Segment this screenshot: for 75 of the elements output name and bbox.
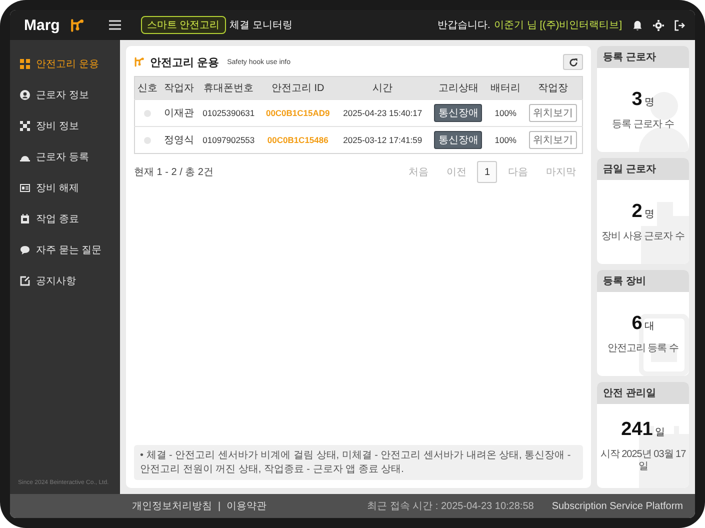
stat-value: 241 — [621, 419, 653, 441]
network-icon — [20, 121, 30, 131]
logout-icon[interactable] — [674, 20, 685, 30]
stat-value: 2 — [632, 201, 642, 223]
status-badge: 통신장애 — [434, 131, 482, 149]
stat-caption: 안전고리 등록 수 — [606, 343, 680, 355]
column-header: 배터리 — [487, 76, 524, 100]
table-cell: 00C0B1C15486 — [260, 126, 336, 154]
refresh-button[interactable] — [563, 54, 583, 70]
platform-text: Subscription Service Platform — [552, 500, 683, 512]
column-header: 작업장 — [524, 76, 582, 100]
column-header: 안전고리 ID — [260, 76, 336, 100]
location-button[interactable]: 위치보기 — [529, 104, 578, 122]
grid-icon — [20, 59, 30, 69]
page-link[interactable]: 1 — [477, 161, 497, 183]
stat-caption: 등록 근로자 수 — [611, 119, 675, 131]
separator-text: | — [218, 500, 221, 512]
settings-icon[interactable] — [653, 20, 664, 30]
stat-unit: 명 — [644, 208, 654, 221]
chat-icon — [20, 245, 30, 255]
sidebar-item[interactable]: 자주 묻는 질문 — [10, 238, 120, 262]
sidebar-item[interactable]: 근로자 정보 — [10, 83, 120, 107]
footer-link[interactable]: 개인정보처리방침 — [132, 499, 212, 513]
column-header: 작업자 — [160, 76, 198, 100]
column-header: 고리상태 — [429, 76, 488, 100]
status-badge: 통신장애 — [434, 104, 482, 122]
location-button[interactable]: 위치보기 — [529, 131, 578, 149]
column-header: 시간 — [336, 76, 430, 100]
stat-unit: 대 — [644, 320, 654, 333]
table-cell: 01097902553 — [197, 126, 260, 154]
page-summary: 현재 1 - 2 / 총 2건 — [134, 166, 214, 179]
card-title: 등록 근로자 — [597, 46, 689, 68]
stat-value: 3 — [632, 89, 642, 111]
table-cell: 100% — [487, 100, 524, 126]
table-cell: 이재관 — [160, 100, 198, 126]
calendar-icon — [20, 214, 30, 224]
hook-logo-icon — [134, 57, 145, 67]
stat-unit: 명 — [644, 96, 654, 109]
note-icon — [20, 276, 30, 286]
card-icon — [20, 183, 30, 193]
sidebar-item[interactable]: 근로자 등록 — [10, 145, 120, 169]
card-title: 안전 관리일 — [597, 382, 689, 404]
column-header: 휴대폰번호 — [197, 76, 260, 100]
stat-caption: 장비 사용 근로자 수 — [600, 231, 686, 243]
table-cell: 2025-03-12 17:41:59 — [336, 126, 430, 154]
last-login-text: 최근 접속 시간 : 2025-04-23 10:28:58 — [367, 500, 534, 513]
column-header: 신호 — [134, 76, 160, 100]
sidebar-item[interactable]: 안전고리 운용 — [10, 52, 120, 76]
sidebar-item[interactable]: 공지사항 — [10, 269, 120, 293]
stat-caption: 시작 2025년 03월 17일 — [599, 449, 687, 473]
refresh-icon — [568, 58, 578, 66]
bell-icon[interactable] — [632, 20, 643, 30]
panel-title: 안전고리 운용 — [150, 56, 220, 70]
card-title: 금일 근로자 — [597, 158, 689, 180]
sidebar-item[interactable]: 장비 해제 — [10, 176, 120, 200]
product-badge: 스마트 안전고리 — [140, 16, 226, 34]
table-cell: 2025-04-23 15:40:17 — [336, 100, 430, 126]
page-title: 체결 모니터링 — [230, 19, 292, 32]
user-icon — [20, 90, 30, 100]
user-name: 이준기 님 [(주)비인터랙티브] — [494, 19, 622, 32]
table-cell: 정영식 — [160, 126, 198, 154]
table-cell: 100% — [487, 126, 524, 154]
card-title: 등록 장비 — [597, 270, 689, 292]
logo-text: Marg — [24, 16, 60, 34]
footer-link[interactable]: 이용약관 — [226, 499, 267, 513]
legend-note: • 체결 - 안전고리 센서바가 비계에 걸림 상태, 미체결 - 안전고리 센서바가 내려온 상태, 통신장애 - 안전고리 전원이 꺼진 상태, 작업종료 - 근로자 앱 종료 상태. — [134, 445, 583, 480]
table-cell: 00C0B1C15AD9 — [260, 100, 336, 126]
menu-icon[interactable] — [108, 20, 121, 30]
hook-logo-icon — [70, 18, 85, 32]
table-cell: 01025390631 — [197, 100, 260, 126]
sidebar-item[interactable]: 작업 종료 — [10, 207, 120, 231]
greeting-text: 반갑습니다. — [437, 19, 490, 32]
sidebar-item[interactable]: 장비 정보 — [10, 114, 120, 138]
stat-value: 6 — [632, 313, 642, 335]
stat-unit: 일 — [654, 426, 665, 439]
